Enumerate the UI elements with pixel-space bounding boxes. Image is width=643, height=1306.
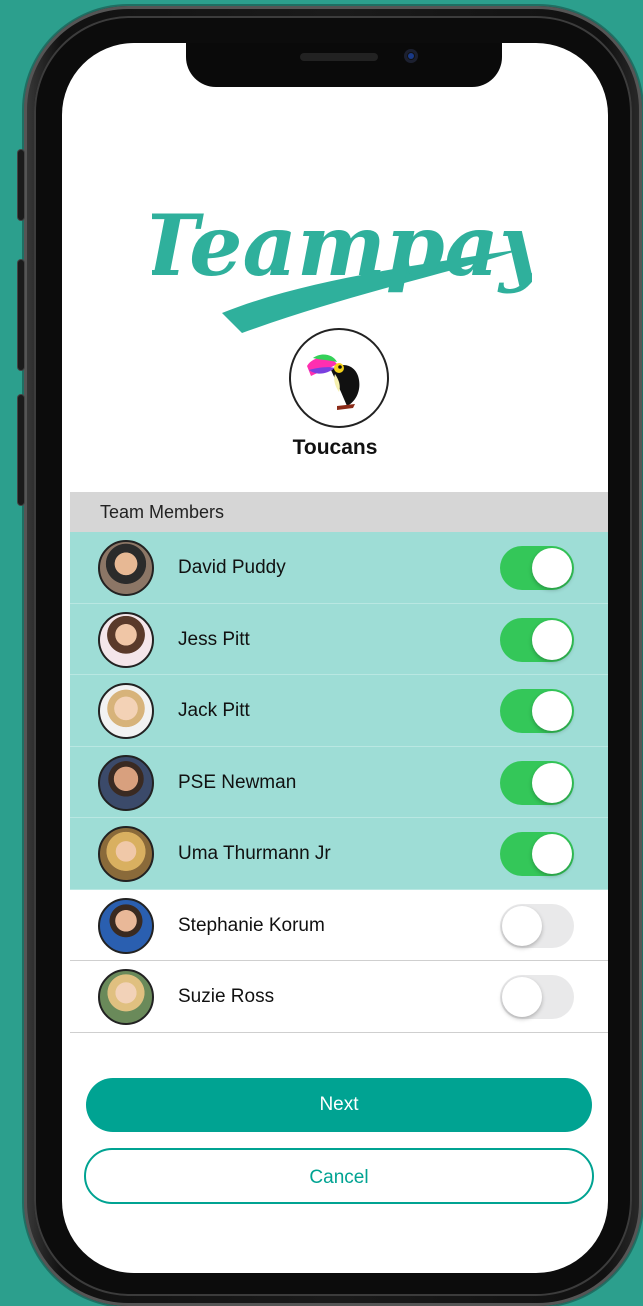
volume-up-button xyxy=(18,260,24,370)
member-name: PSE Newman xyxy=(178,771,297,793)
toggle-knob xyxy=(502,905,542,946)
member-toggle[interactable] xyxy=(500,689,574,733)
front-camera-icon xyxy=(404,49,418,63)
toggle-knob xyxy=(532,691,572,731)
svg-text:Teampay: Teampay xyxy=(152,196,532,295)
phone-screen: Teampay Toucans Team Members David Puddy… xyxy=(62,43,608,1273)
member-toggle[interactable] xyxy=(500,975,574,1019)
toggle-knob xyxy=(532,619,572,660)
member-name: Stephanie Korum xyxy=(178,914,325,936)
member-name: Uma Thurmann Jr xyxy=(178,843,331,864)
toucan-icon xyxy=(307,354,360,410)
avatar xyxy=(98,540,154,596)
avatar xyxy=(98,826,154,882)
notch xyxy=(186,43,502,87)
volume-down-button xyxy=(18,395,24,505)
avatar xyxy=(98,611,154,668)
team-name: Toucans xyxy=(292,436,378,459)
speaker-grille xyxy=(300,53,378,61)
member-name: Jack Pitt xyxy=(178,700,250,721)
avatar xyxy=(98,754,154,811)
team-members-list: David Puddy Jess Pitt Jack Pitt PSE Newm… xyxy=(70,532,608,1033)
member-row-stephanie-korum[interactable]: Stephanie Korum xyxy=(70,890,608,961)
toggle-knob xyxy=(532,548,572,588)
member-toggle[interactable] xyxy=(500,903,574,948)
mute-switch xyxy=(18,150,24,220)
member-toggle[interactable] xyxy=(500,546,574,590)
avatar xyxy=(98,897,154,954)
member-toggle[interactable] xyxy=(500,617,574,662)
team-avatar[interactable] xyxy=(289,328,389,428)
member-row-david-puddy[interactable]: David Puddy xyxy=(70,532,608,604)
avatar xyxy=(98,683,154,739)
member-toggle[interactable] xyxy=(500,832,574,876)
avatar xyxy=(98,969,154,1025)
member-row-jess-pitt[interactable]: Jess Pitt xyxy=(70,603,608,675)
member-row-pse-newman[interactable]: PSE Newman xyxy=(70,746,608,818)
toggle-knob xyxy=(502,977,542,1017)
member-row-uma-thurmann-jr[interactable]: Uma Thurmann Jr xyxy=(70,818,608,890)
next-button[interactable]: Next xyxy=(86,1078,592,1132)
teampay-logo: Teampay xyxy=(152,196,532,333)
toggle-knob xyxy=(532,762,572,803)
toggle-knob xyxy=(532,834,572,874)
member-name: Jess Pitt xyxy=(178,628,250,650)
cancel-button[interactable]: Cancel xyxy=(84,1148,594,1204)
member-row-jack-pitt[interactable]: Jack Pitt xyxy=(70,675,608,747)
team-members-header: Team Members xyxy=(70,492,608,532)
member-row-suzie-ross[interactable]: Suzie Ross xyxy=(70,961,608,1033)
member-toggle[interactable] xyxy=(500,760,574,805)
member-name: Suzie Ross xyxy=(178,986,275,1007)
member-name: David Puddy xyxy=(178,557,286,578)
